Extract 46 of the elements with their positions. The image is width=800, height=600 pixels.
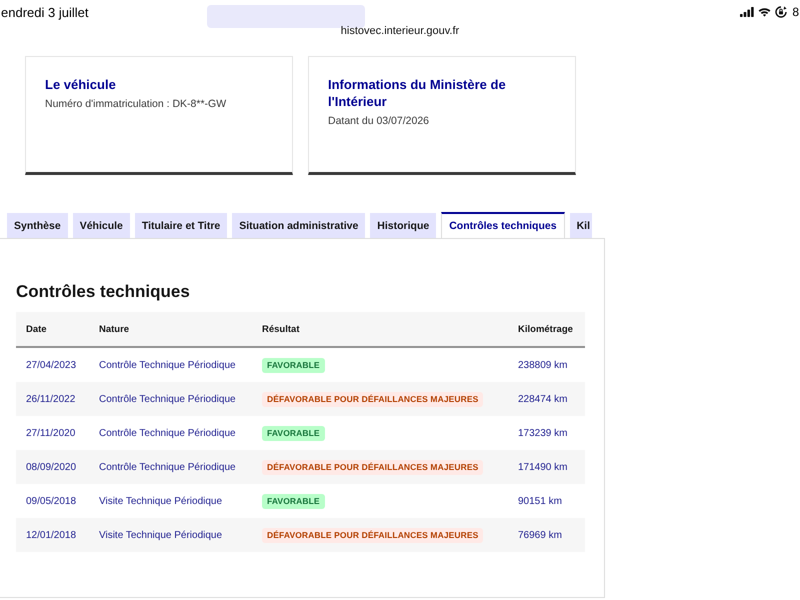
card-detail: Numéro d'immatriculation : DK-8**-GW [45, 98, 228, 110]
rotation-lock-icon [775, 6, 788, 18]
tab[interactable]: Contrôles techniques [441, 212, 565, 238]
nature-cell: Contrôle Technique Périodique [89, 347, 252, 382]
tab[interactable]: Historique [370, 213, 436, 238]
tab[interactable]: Synthèse [7, 213, 68, 238]
date-cell: 12/01/2018 [16, 518, 89, 552]
tab[interactable]: Véhicule [72, 213, 130, 238]
mileage-cell: 238809 km [508, 347, 585, 382]
status-date: endredi 3 juillet [1, 5, 88, 20]
nature-cell: Visite Technique Périodique [89, 518, 252, 552]
date-cell: 08/09/2020 [16, 450, 89, 484]
date-cell: 26/11/2022 [16, 382, 89, 416]
page-url[interactable]: histovec.interieur.gouv.fr [340, 24, 460, 38]
section-title: Contrôles techniques [16, 282, 191, 302]
result-badge: FAVORABLE [262, 426, 325, 440]
mileage-cell: 171490 km [508, 450, 585, 484]
result-badge: DÉFAVORABLE POUR DÉFAILLANCES MAJEURES [262, 392, 484, 406]
mileage-cell: 228474 km [508, 382, 585, 416]
signal-icon [740, 7, 754, 17]
tab[interactable]: Titulaire et Titre [134, 213, 228, 238]
nature-cell: Contrôle Technique Périodique [89, 382, 252, 416]
column-header: Kilométrage [508, 312, 585, 347]
mileage-cell: 173239 km [508, 416, 585, 450]
date-cell: 27/11/2020 [16, 416, 89, 450]
column-header: Nature [89, 312, 252, 347]
result-badge: FAVORABLE [262, 494, 325, 508]
nature-cell: Contrôle Technique Périodique [89, 416, 252, 450]
tab[interactable]: Situation administrative [232, 213, 366, 238]
result-badge: DÉFAVORABLE POUR DÉFAILLANCES MAJEURES [262, 460, 484, 474]
column-header: Date [16, 312, 89, 347]
nature-cell: Contrôle Technique Périodique [89, 450, 252, 484]
card-title: Le véhicule [45, 76, 117, 93]
mileage-cell: 76969 km [508, 518, 585, 552]
column-header: Résultat [252, 312, 508, 347]
result-badge: FAVORABLE [262, 358, 325, 372]
date-cell: 09/05/2018 [16, 484, 89, 518]
result-badge: DÉFAVORABLE POUR DÉFAILLANCES MAJEURES [262, 528, 484, 542]
nature-cell: Visite Technique Périodique [89, 484, 252, 518]
date-cell: 27/04/2023 [16, 347, 89, 382]
card-title: Informations du Ministère de l'Intérieur [328, 76, 507, 110]
card-detail: Datant du 03/07/2026 [328, 115, 430, 127]
tab[interactable]: Kil [570, 213, 592, 238]
mileage-cell: 90151 km [508, 484, 585, 518]
battery-percent: 8 [792, 5, 799, 19]
wifi-icon [758, 7, 772, 17]
